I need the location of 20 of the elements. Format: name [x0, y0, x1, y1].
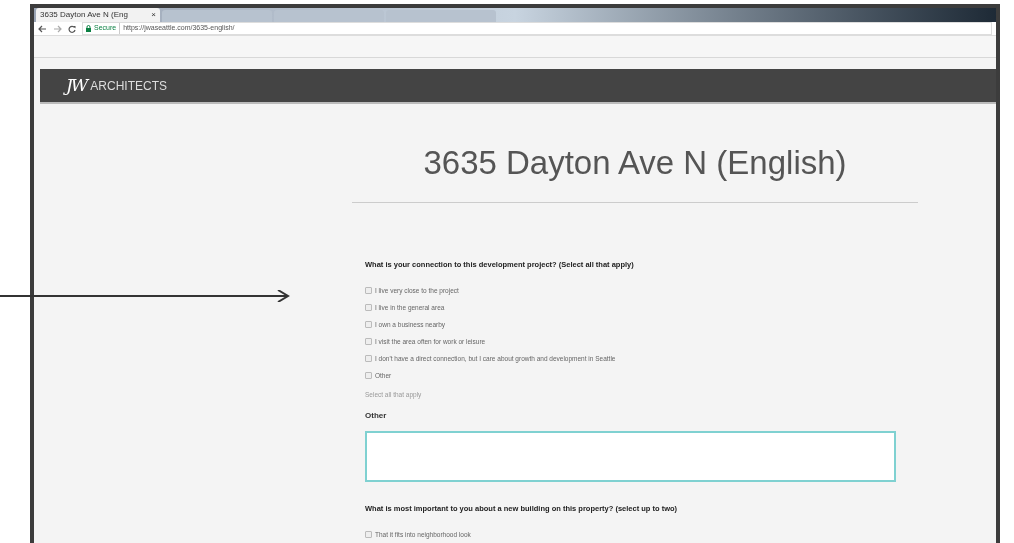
browser-tab[interactable]: 3635 Dayton Ave N (Eng ×	[36, 8, 160, 22]
checkbox[interactable]	[365, 304, 372, 311]
checkbox[interactable]	[365, 355, 372, 362]
browser-tab[interactable]	[386, 10, 496, 22]
brand-name: ARCHITECTS	[90, 77, 167, 95]
field-label: Other	[365, 409, 388, 422]
checkbox[interactable]	[365, 321, 372, 328]
browser-tab[interactable]	[162, 10, 272, 22]
checkbox[interactable]	[365, 372, 372, 379]
close-tab-button[interactable]: ×	[151, 10, 156, 20]
lock-icon	[86, 25, 91, 33]
back-icon[interactable]	[38, 24, 47, 33]
text-field[interactable]	[365, 430, 896, 482]
forward-icon[interactable]	[53, 24, 62, 33]
checkbox[interactable]	[365, 338, 372, 345]
page-title: 3635 Dayton Ave N (English)	[422, 143, 848, 184]
browser-tab[interactable]	[274, 10, 384, 22]
checkbox[interactable]	[365, 287, 372, 294]
checkbox[interactable]	[365, 531, 372, 538]
reload-icon[interactable]	[68, 24, 76, 33]
